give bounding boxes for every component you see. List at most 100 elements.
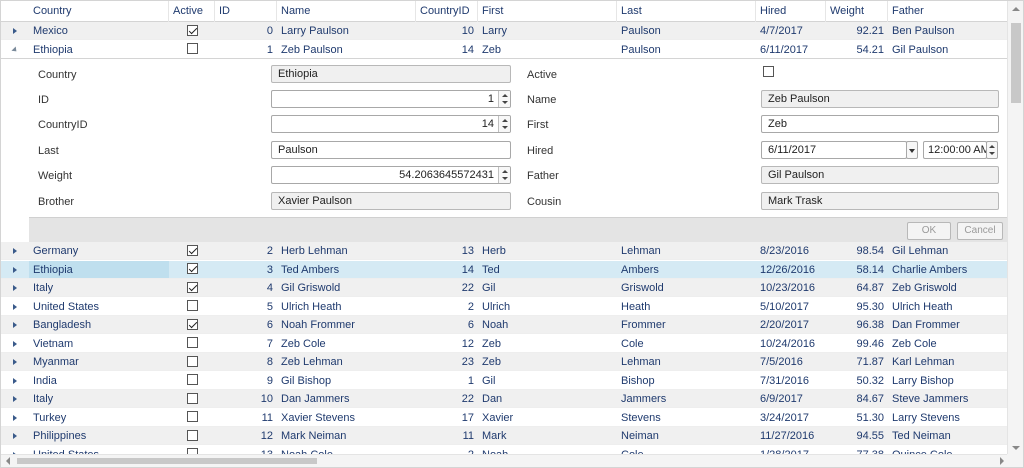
cell-weight[interactable]: 71.87 [826,353,888,370]
detail-countryid-field[interactable]: 14 [271,115,511,133]
cell-first[interactable]: Dan [478,390,617,407]
cell-countryid[interactable]: 22 [416,279,478,296]
cell-country[interactable]: Myanmar [29,353,169,370]
active-checkbox[interactable] [186,374,198,386]
vertical-scroll-thumb[interactable] [1011,23,1021,103]
active-checkbox[interactable] [186,392,198,404]
cell-id[interactable]: 9 [215,372,277,389]
cell-countryid[interactable]: 14 [416,41,478,58]
row-expander[interactable] [1,427,29,444]
scroll-up-icon[interactable] [1012,7,1020,11]
detail-first-field[interactable]: Zeb [761,115,999,133]
cell-countryid[interactable]: 22 [416,390,478,407]
cell-country[interactable]: Vietnam [29,335,169,352]
table-row[interactable]: Ethiopia 1 Zeb Paulson 14 Zeb Paulson 6/11/201… [1,40,1009,59]
cell-father[interactable]: Zeb Cole [888,335,1009,352]
column-header-father[interactable]: Father [888,1,1009,22]
active-checkbox[interactable] [186,355,198,367]
cell-last[interactable]: Bishop [617,372,756,389]
detail-id-field[interactable]: 1 [271,90,511,108]
cell-hired[interactable]: 7/31/2016 [756,372,826,389]
cell-father[interactable]: Steve Jammers [888,390,1009,407]
cell-name[interactable]: Ulrich Heath [277,298,416,315]
cell-id[interactable]: 6 [215,316,277,333]
cell-name[interactable]: Zeb Lehman [277,353,416,370]
cell-weight[interactable]: 58.14 [826,261,888,278]
cell-id[interactable]: 0 [215,22,277,39]
cell-active[interactable] [169,22,215,39]
cell-id[interactable]: 11 [215,409,277,426]
cell-country[interactable]: Philippines [29,427,169,444]
cell-name[interactable]: Zeb Cole [277,335,416,352]
cell-weight[interactable]: 51.30 [826,409,888,426]
cell-country[interactable]: Mexico [29,22,169,39]
time-spinner-icon[interactable] [986,141,998,159]
column-header-name[interactable]: Name [277,1,416,22]
cell-country[interactable]: Bangladesh [29,316,169,333]
table-row[interactable]: Italy 10 Dan Jammers 22 Dan Jammers 6/9/2017 84… [1,390,1009,408]
cell-last[interactable]: Lehman [617,242,756,259]
cell-first[interactable]: Gil [478,372,617,389]
detail-name-field[interactable]: Zeb Paulson [761,90,999,108]
cell-countryid[interactable]: 11 [416,427,478,444]
cell-weight[interactable]: 95.30 [826,298,888,315]
cell-weight[interactable]: 99.46 [826,335,888,352]
scroll-right-icon[interactable] [1000,457,1004,465]
detail-weight-field[interactable]: 54.2063645572431 [271,166,511,184]
cell-name[interactable]: Dan Jammers [277,390,416,407]
row-expander[interactable] [1,390,29,407]
table-row[interactable]: Vietnam 7 Zeb Cole 12 Zeb Cole 10/24/2016 99.46… [1,334,1009,353]
weight-spinner-icon[interactable] [498,167,510,183]
cell-hired[interactable]: 12/26/2016 [756,261,826,278]
cell-active[interactable] [169,316,215,333]
cell-active[interactable] [169,298,215,315]
cell-countryid[interactable]: 17 [416,409,478,426]
cell-hired[interactable]: 10/24/2016 [756,335,826,352]
column-header-weight[interactable]: Weight [826,1,888,22]
column-header-countryid[interactable]: CountryID [416,1,478,22]
cell-countryid[interactable]: 12 [416,335,478,352]
cell-id[interactable]: 2 [215,242,277,259]
cancel-button[interactable]: Cancel [957,222,1003,240]
cell-last[interactable]: Neiman [617,427,756,444]
row-expander[interactable] [1,353,29,370]
scroll-left-icon[interactable] [6,457,10,465]
cell-name[interactable]: Gil Griswold [277,279,416,296]
row-expander[interactable] [1,298,29,315]
row-expander[interactable] [1,41,29,58]
table-row[interactable]: Italy 4 Gil Griswold 22 Gil Griswold 10/23/201… [1,279,1009,297]
table-row[interactable]: Germany 2 Herb Lehman 13 Herb Lehman 8/23/2016… [1,242,1009,260]
cell-name[interactable]: Zeb Paulson [277,41,416,58]
cell-last[interactable]: Cole [617,335,756,352]
cell-weight[interactable]: 50.32 [826,372,888,389]
horizontal-scrollbar[interactable] [1,454,1009,467]
row-expander[interactable] [1,242,29,259]
vertical-scrollbar[interactable] [1007,1,1023,456]
cell-name[interactable]: Ted Ambers [277,261,416,278]
cell-countryid[interactable]: 23 [416,353,478,370]
row-expander[interactable] [1,22,29,39]
cell-active[interactable] [169,261,215,278]
detail-cousin-field[interactable]: Mark Trask [761,192,999,210]
active-checkbox[interactable] [186,300,198,312]
cell-last[interactable]: Paulson [617,22,756,39]
cell-hired[interactable]: 7/5/2016 [756,353,826,370]
detail-father-field[interactable]: Gil Paulson [761,166,999,184]
cell-hired[interactable]: 4/7/2017 [756,22,826,39]
cell-active[interactable] [169,427,215,444]
cell-active[interactable] [169,409,215,426]
cell-weight[interactable]: 94.55 [826,427,888,444]
cell-countryid[interactable]: 6 [416,316,478,333]
cell-country[interactable]: United States [29,298,169,315]
cell-active[interactable] [169,242,215,259]
cell-father[interactable]: Karl Lehman [888,353,1009,370]
cell-weight[interactable]: 96.38 [826,316,888,333]
cell-hired[interactable]: 11/27/2016 [756,427,826,444]
cell-first[interactable]: Gil [478,279,617,296]
cell-father[interactable]: Larry Bishop [888,372,1009,389]
cell-hired[interactable]: 5/10/2017 [756,298,826,315]
countryid-spinner-icon[interactable] [498,116,510,132]
cell-hired[interactable]: 6/11/2017 [756,41,826,58]
cell-father[interactable]: Zeb Griswold [888,279,1009,296]
table-row[interactable]: Mexico 0 Larry Paulson 10 Larry Paulson 4/7/20… [1,22,1009,40]
